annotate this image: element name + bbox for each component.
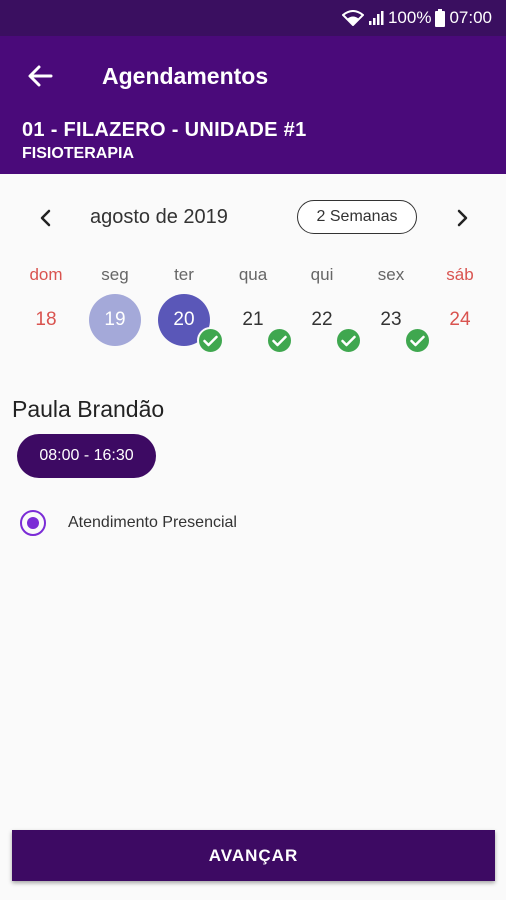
day-number: 24 (449, 309, 471, 330)
day-button[interactable]: 22 (296, 294, 362, 354)
check-circle-icon (197, 327, 224, 354)
day-of-week-label: sáb (446, 265, 474, 284)
day-number: 20 (173, 309, 195, 330)
day-column: qua 21 (223, 262, 293, 354)
day-column: qui 22 (292, 262, 362, 354)
day-column: sáb 24 (430, 262, 490, 346)
day-button[interactable]: 18 (20, 294, 72, 346)
day-number: 21 (242, 309, 264, 330)
previous-button[interactable] (32, 204, 60, 232)
day-of-week-label: dom (29, 265, 63, 284)
day-of-week-label: qui (310, 265, 334, 284)
page-title: Agendamentos (102, 63, 269, 89)
range-toggle-button[interactable]: 2 Semanas (297, 200, 417, 234)
month-label: agosto de 2019 (90, 206, 228, 228)
calendar-header: agosto de 2019 2 Semanas (0, 196, 506, 240)
chevron-left-icon (40, 209, 51, 227)
day-column: seg 19 (85, 262, 145, 346)
battery-percent: 100% (387, 8, 432, 27)
day-of-week-label: qua (238, 265, 268, 284)
day-button[interactable]: 19 (89, 294, 141, 346)
next-button[interactable] (448, 204, 476, 232)
time-slot-chip[interactable]: 08:00 - 16:30 (17, 434, 156, 478)
status-bar: 100% 07:00 (0, 0, 506, 36)
radio-dot (27, 517, 39, 529)
battery-icon (435, 9, 446, 27)
day-number: 19 (104, 309, 126, 330)
back-button[interactable] (24, 60, 56, 92)
check-circle-icon (335, 327, 362, 354)
day-button[interactable]: 21 (227, 294, 293, 354)
day-of-week-label: ter (174, 265, 194, 284)
wifi-icon (341, 10, 364, 26)
radio-button[interactable] (20, 510, 46, 536)
day-column: ter 20 (154, 262, 224, 354)
day-button[interactable]: 23 (365, 294, 431, 354)
check-circle-icon (404, 327, 431, 354)
professional-name: Paula Brandão (12, 396, 165, 422)
advance-button[interactable]: AVANÇAR (12, 830, 495, 881)
day-of-week-label: sex (377, 265, 405, 284)
service-option[interactable]: Atendimento Presencial (20, 508, 237, 538)
clock: 07:00 (449, 8, 492, 27)
arrow-left-icon (28, 65, 53, 87)
day-column: sex 23 (361, 262, 431, 354)
day-column: dom 18 (16, 262, 76, 346)
day-button[interactable]: 20 (158, 294, 224, 354)
signal-icon (368, 10, 384, 26)
chevron-right-icon (457, 209, 468, 227)
check-circle-icon (266, 327, 293, 354)
app-bar: Agendamentos 01 - FILAZERO - UNIDADE #1 … (0, 36, 506, 174)
day-number: 23 (380, 309, 402, 330)
day-of-week-label: seg (101, 265, 129, 284)
service-option-label: Atendimento Presencial (68, 514, 237, 531)
unit-title: 01 - FILAZERO - UNIDADE #1 (22, 119, 307, 141)
day-number: 22 (311, 309, 333, 330)
day-button[interactable]: 24 (434, 294, 486, 346)
specialty-label: FISIOTERAPIA (22, 145, 135, 162)
day-number: 18 (35, 309, 57, 330)
